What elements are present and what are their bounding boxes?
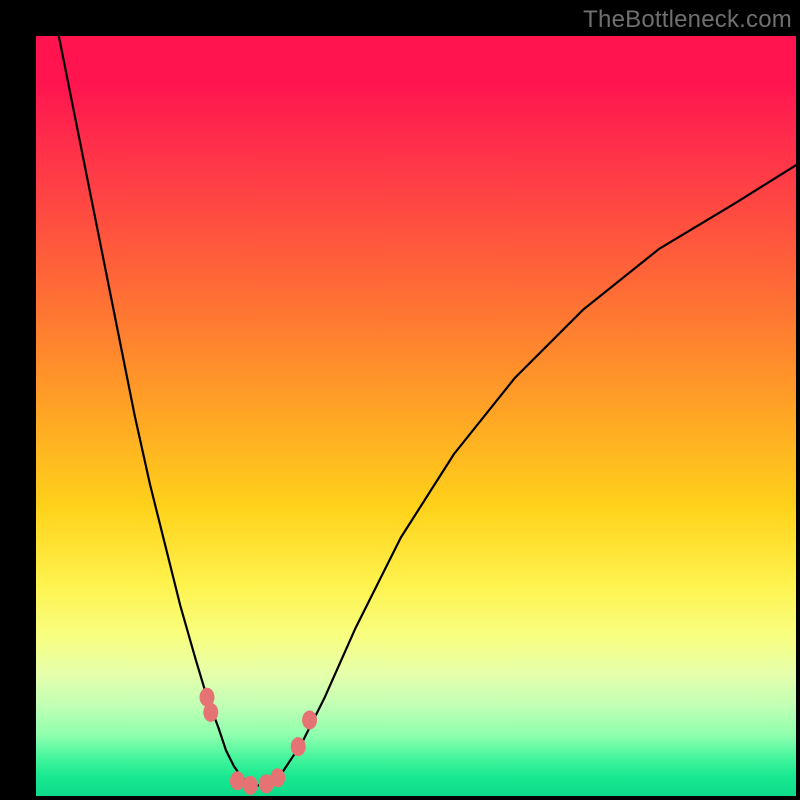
curve-marker <box>270 768 285 787</box>
curve-marker <box>203 703 218 722</box>
curve-marker <box>291 737 306 756</box>
curve-marker <box>230 771 245 790</box>
plot-area <box>36 36 796 796</box>
markers-group <box>200 688 318 795</box>
curve-marker <box>302 711 317 730</box>
bottleneck-curve <box>59 36 796 785</box>
watermark-text: TheBottleneck.com <box>583 6 792 34</box>
curve-marker <box>243 776 258 795</box>
chart-frame: TheBottleneck.com <box>0 0 800 800</box>
curve-svg <box>36 36 796 796</box>
